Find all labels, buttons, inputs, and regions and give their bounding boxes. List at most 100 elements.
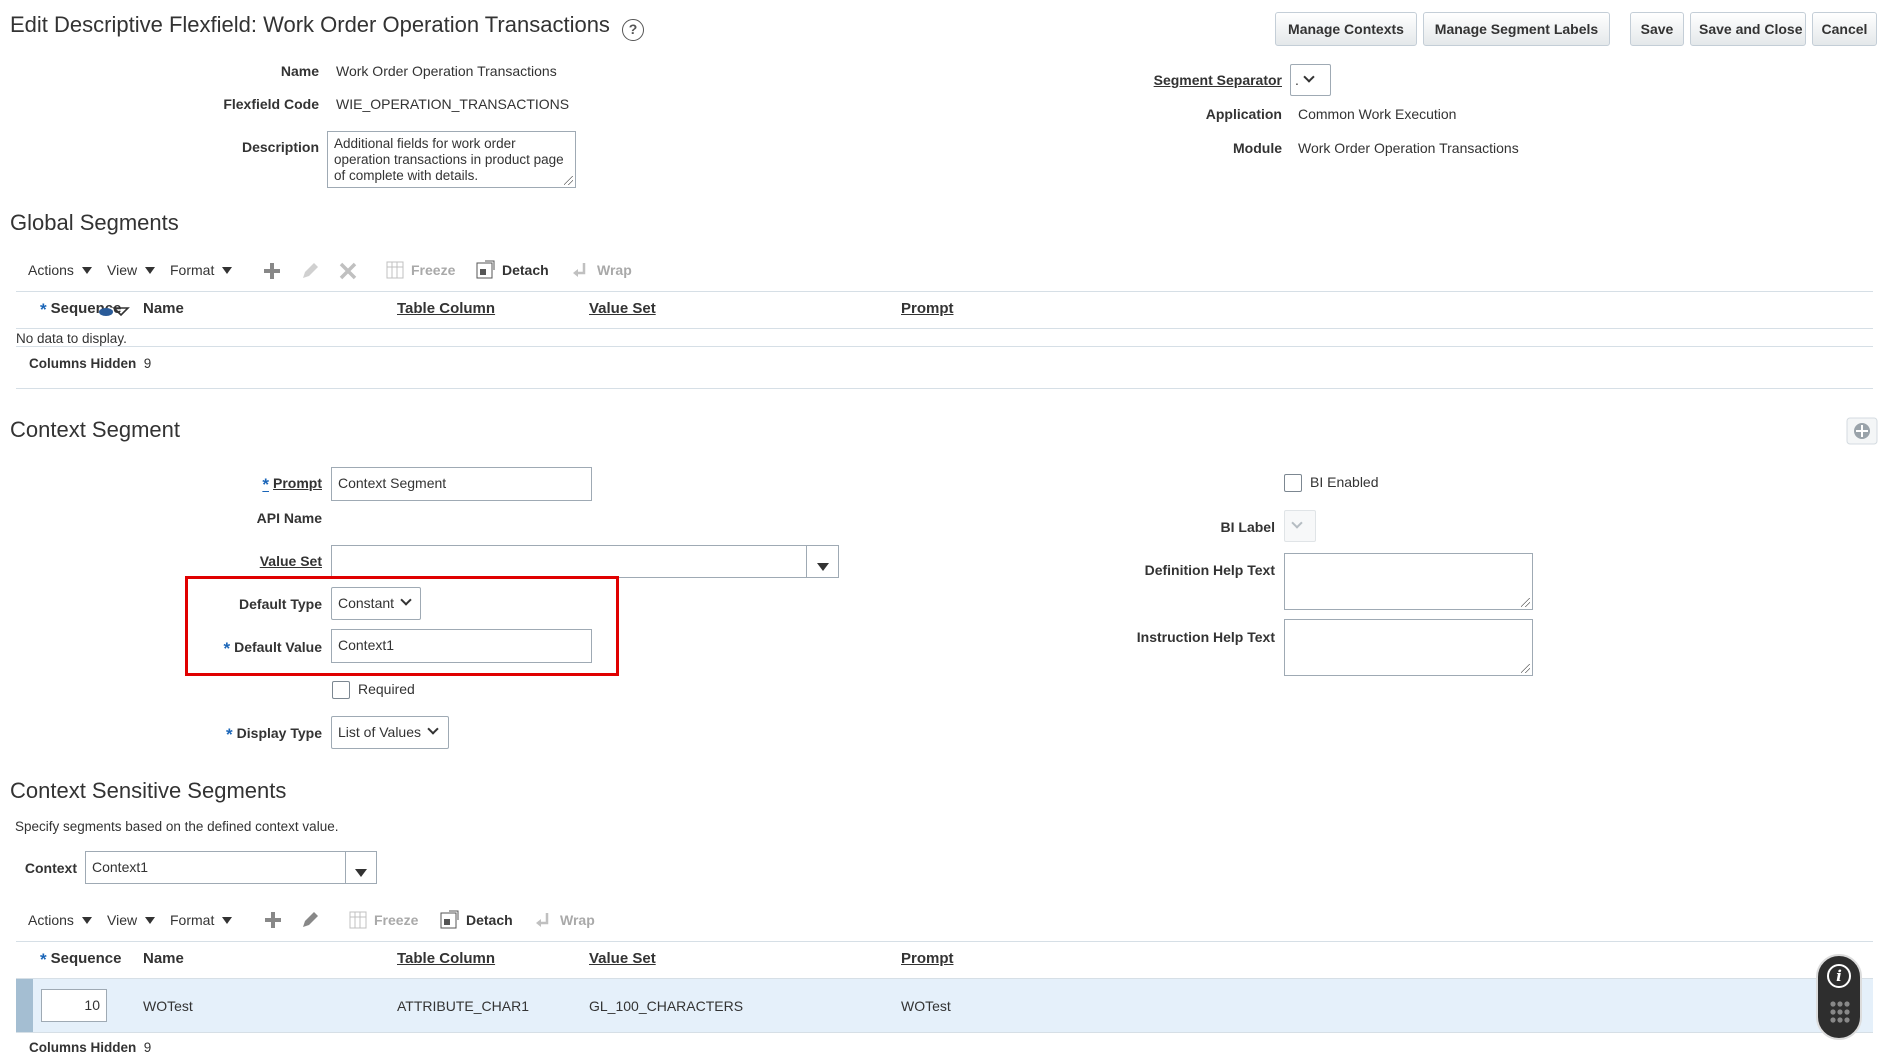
prompt-label: * Prompt bbox=[262, 475, 322, 494]
definition-help-text-label: Definition Help Text bbox=[1144, 562, 1275, 578]
keypad-icon bbox=[1830, 1001, 1850, 1023]
segment-separator-label: Segment Separator bbox=[1153, 72, 1282, 88]
detach-icon bbox=[440, 910, 459, 929]
save-and-close-button[interactable]: Save and Close bbox=[1690, 12, 1806, 46]
bi-label-label: BI Label bbox=[1220, 519, 1275, 535]
columns-hidden: Columns Hidden 9 bbox=[29, 356, 152, 371]
add-icon[interactable] bbox=[1846, 417, 1878, 445]
flexfield-code-value: WIE_OPERATION_TRANSACTIONS bbox=[336, 96, 570, 112]
page-title-text: Edit Descriptive Flexfield: Work Order O… bbox=[10, 12, 610, 37]
prompt-input[interactable]: Context Segment bbox=[331, 467, 592, 501]
column-header-value-set[interactable]: Value Set bbox=[589, 950, 656, 967]
divider bbox=[16, 1032, 1873, 1033]
bi-enabled-label: BI Enabled bbox=[1310, 474, 1379, 490]
detach-button[interactable]: Detach bbox=[502, 262, 549, 278]
name-value: Work Order Operation Transactions bbox=[336, 63, 557, 79]
context-sensitive-segments-title: Context Sensitive Segments bbox=[10, 778, 287, 803]
application-label: Application bbox=[1205, 106, 1282, 122]
help-icon[interactable]: ? bbox=[622, 19, 645, 41]
divider bbox=[16, 346, 1873, 347]
column-header-sequence[interactable]: * Sequence bbox=[40, 950, 122, 970]
wrap-icon bbox=[536, 913, 549, 927]
format-menu[interactable]: Format bbox=[170, 262, 233, 278]
manage-segment-labels-button[interactable]: Manage Segment Labels bbox=[1423, 12, 1610, 46]
info-icon: i bbox=[1827, 964, 1851, 988]
column-header-prompt[interactable]: Prompt bbox=[901, 300, 954, 317]
sequence-input[interactable]: 10 bbox=[41, 989, 107, 1022]
delete-icon[interactable] bbox=[338, 261, 358, 281]
add-icon[interactable] bbox=[263, 910, 283, 930]
bi-label-select[interactable] bbox=[1284, 510, 1316, 542]
view-menu[interactable]: View bbox=[107, 262, 156, 278]
global-segments-title: Global Segments bbox=[10, 210, 179, 235]
instruction-help-text-field[interactable] bbox=[1284, 619, 1533, 676]
wrap-button[interactable]: Wrap bbox=[597, 262, 632, 278]
dropdown-arrow-icon bbox=[816, 563, 829, 571]
bi-enabled-checkbox[interactable] bbox=[1284, 474, 1302, 492]
resize-grip-icon[interactable] bbox=[1521, 664, 1530, 673]
divider bbox=[16, 291, 1873, 292]
default-type-select[interactable]: Constant bbox=[331, 587, 421, 620]
row-prompt: WOTest bbox=[901, 998, 951, 1014]
freeze-button[interactable]: Freeze bbox=[411, 262, 455, 278]
column-header-value-set[interactable]: Value Set bbox=[589, 300, 656, 317]
cancel-button[interactable]: Cancel bbox=[1812, 12, 1877, 46]
default-type-label: Default Type bbox=[239, 596, 322, 612]
module-value: Work Order Operation Transactions bbox=[1298, 140, 1519, 156]
context-segment-title: Context Segment bbox=[10, 417, 180, 442]
required-checkbox[interactable] bbox=[332, 681, 350, 699]
default-value-label: * Default Value bbox=[223, 639, 322, 658]
resize-grip-icon[interactable] bbox=[1521, 598, 1530, 607]
chevron-down-icon bbox=[427, 723, 439, 735]
column-header-name[interactable]: Name bbox=[143, 300, 184, 317]
segment-separator-select[interactable]: . bbox=[1290, 64, 1331, 96]
context-dropdown-button[interactable] bbox=[345, 851, 377, 884]
description-field[interactable]: Additional fields for work order operati… bbox=[327, 131, 576, 188]
context-input[interactable]: Context1 bbox=[85, 851, 346, 884]
column-header-name[interactable]: Name bbox=[143, 950, 184, 967]
value-set-label: Value Set bbox=[259, 553, 322, 569]
info-widget[interactable]: i bbox=[1816, 954, 1862, 1040]
column-header-prompt[interactable]: Prompt bbox=[901, 950, 954, 967]
save-button[interactable]: Save bbox=[1630, 12, 1684, 46]
instruction-help-text-label: Instruction Help Text bbox=[1136, 629, 1275, 645]
context-label: Context bbox=[24, 860, 77, 876]
view-menu[interactable]: View bbox=[107, 912, 156, 928]
default-type-value: Constant bbox=[338, 595, 395, 611]
value-set-input[interactable] bbox=[331, 545, 807, 578]
freeze-icon bbox=[349, 911, 367, 929]
detach-button[interactable]: Detach bbox=[466, 912, 513, 928]
resize-grip-icon[interactable] bbox=[564, 176, 573, 185]
edit-icon[interactable] bbox=[300, 910, 320, 930]
sort-icon[interactable] bbox=[96, 304, 132, 318]
default-value-input[interactable]: Context1 bbox=[331, 629, 592, 663]
display-type-select[interactable]: List of Values bbox=[331, 716, 449, 749]
actions-menu[interactable]: Actions bbox=[28, 262, 92, 278]
page-title: Edit Descriptive Flexfield: Work Order O… bbox=[10, 12, 645, 41]
display-type-label: * Display Type bbox=[226, 725, 322, 744]
format-menu[interactable]: Format bbox=[170, 912, 233, 928]
chevron-down-icon bbox=[400, 594, 412, 606]
column-header-table-column[interactable]: Table Column bbox=[397, 300, 495, 317]
display-type-value: List of Values bbox=[338, 724, 422, 740]
definition-help-text-field[interactable] bbox=[1284, 553, 1533, 610]
description-text: Additional fields for work order operati… bbox=[334, 136, 564, 183]
empty-table-message: No data to display. bbox=[16, 331, 127, 346]
application-value: Common Work Execution bbox=[1298, 106, 1457, 122]
value-set-dropdown-button[interactable] bbox=[806, 545, 839, 578]
divider bbox=[16, 941, 1873, 942]
add-icon[interactable] bbox=[262, 261, 282, 281]
wrap-button[interactable]: Wrap bbox=[560, 912, 595, 928]
row-value-set: GL_100_CHARACTERS bbox=[589, 998, 744, 1014]
name-label: Name bbox=[280, 63, 319, 79]
freeze-icon bbox=[386, 261, 404, 279]
manage-contexts-button[interactable]: Manage Contexts bbox=[1275, 12, 1417, 46]
divider bbox=[16, 388, 1873, 389]
actions-menu[interactable]: Actions bbox=[28, 912, 92, 928]
column-header-table-column[interactable]: Table Column bbox=[397, 950, 495, 967]
edit-icon[interactable] bbox=[300, 261, 320, 281]
api-name-label: API Name bbox=[256, 510, 322, 526]
freeze-button[interactable]: Freeze bbox=[374, 912, 418, 928]
detach-icon bbox=[476, 260, 495, 279]
dropdown-arrow-icon bbox=[355, 869, 367, 877]
